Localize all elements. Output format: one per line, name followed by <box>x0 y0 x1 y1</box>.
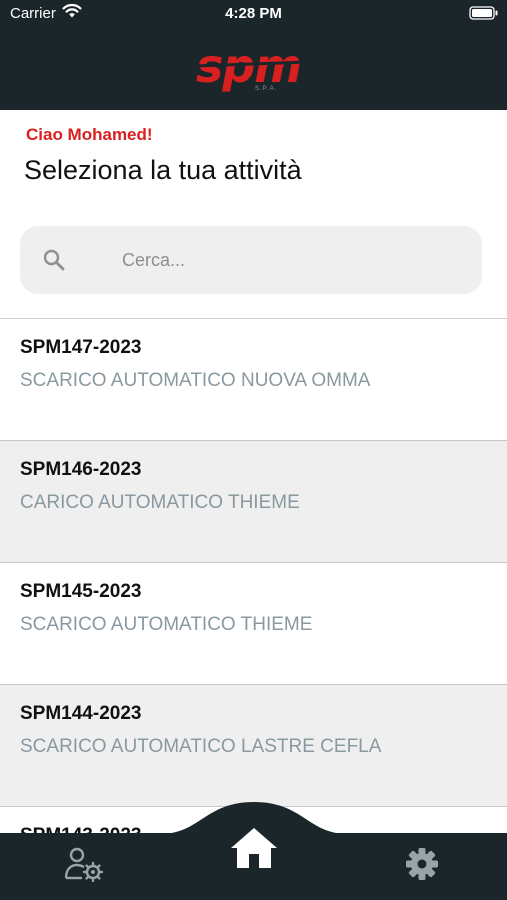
activity-code: SPM147-2023 <box>20 337 142 358</box>
page-title: Seleziona la tua attività <box>24 155 302 185</box>
list-item[interactable]: SPM146-2023 CARICO AUTOMATICO THIEME <box>0 441 507 563</box>
list-item[interactable]: SPM147-2023 SCARICO AUTOMATICO NUOVA OMM… <box>0 319 507 441</box>
app-header: Carrier 4:28 PM spm S.P.A. <box>0 0 507 110</box>
greeting-text: Ciao Mohamed! <box>26 125 153 144</box>
home-icon <box>231 828 277 868</box>
search-icon <box>42 248 66 277</box>
gear-icon <box>406 848 438 880</box>
search-input[interactable] <box>122 244 462 276</box>
battery-icon <box>469 6 499 24</box>
tab-profile[interactable] <box>64 846 108 883</box>
search-bar[interactable] <box>20 226 482 294</box>
logo-subtext: S.P.A. <box>255 86 278 92</box>
activity-code: SPM146-2023 <box>20 459 142 480</box>
activity-description: CARICO AUTOMATICO THIEME <box>20 492 300 513</box>
status-bar: Carrier 4:28 PM <box>0 0 507 28</box>
activity-description: SCARICO AUTOMATICO THIEME <box>20 614 313 635</box>
logo-wordmark: spm <box>196 42 301 93</box>
tab-home[interactable] <box>229 826 279 870</box>
list-item[interactable]: SPM145-2023 SCARICO AUTOMATICO THIEME <box>0 563 507 685</box>
activity-description: SCARICO AUTOMATICO LASTRE CEFLA <box>20 736 382 757</box>
tab-settings[interactable] <box>402 845 442 883</box>
activity-code: SPM144-2023 <box>20 703 142 724</box>
list-item[interactable]: SPM144-2023 SCARICO AUTOMATICO LASTRE CE… <box>0 685 507 807</box>
activity-list[interactable]: SPM147-2023 SCARICO AUTOMATICO NUOVA OMM… <box>0 318 507 838</box>
user-settings-icon <box>64 847 104 883</box>
activity-code: SPM145-2023 <box>20 581 142 602</box>
status-time: 4:28 PM <box>225 5 282 22</box>
activity-description: SCARICO AUTOMATICO NUOVA OMMA <box>20 370 371 391</box>
